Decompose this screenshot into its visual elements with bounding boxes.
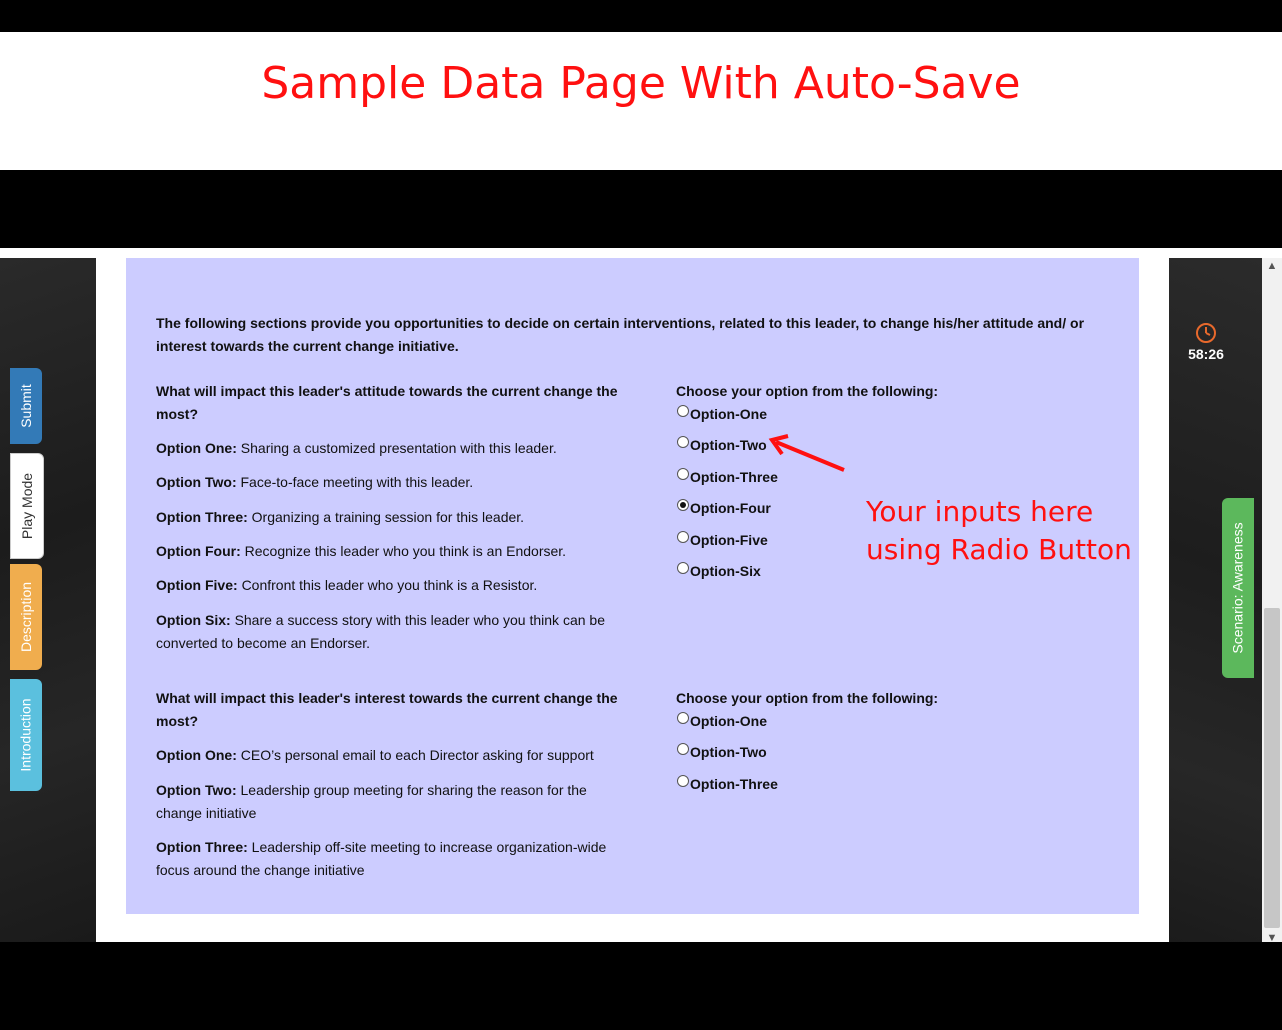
q2-choose-label: Choose your option from the following: — [676, 690, 939, 706]
radio-label: Option-Four — [690, 500, 771, 516]
description-tab-label: Description — [18, 581, 34, 653]
q2-radio-option-two[interactable]: Option-Two — [677, 743, 767, 760]
radio-button[interactable] — [677, 405, 689, 417]
q1-desc-label: Option One: — [156, 440, 237, 456]
radio-label: Option-Two — [690, 744, 767, 760]
q1-radio-option-five[interactable]: Option-Five — [677, 531, 768, 548]
intro-text: The following sections provide you oppor… — [156, 315, 1085, 354]
q1-desc-text: Confront this leader who you think is a … — [241, 577, 538, 593]
q1-option-desc: Option Six: Share a success story with t… — [156, 609, 626, 655]
q1-desc-label: Option Six: — [156, 612, 231, 628]
app-window: Submit Play Mode Description Introductio… — [0, 248, 1282, 942]
q1-desc-text: Organizing a training session for this l… — [251, 509, 525, 525]
q1-radio-option-four[interactable]: Option-Four — [677, 499, 771, 516]
annotation-text: Your inputs here using Radio Button — [866, 493, 1132, 569]
q1-radio-option-two[interactable]: Option-Two — [677, 436, 767, 453]
q1-option-desc: Option Five: Confront this leader who yo… — [156, 574, 537, 597]
q2-desc-label: Option Three: — [156, 839, 248, 855]
introduction-tab-label: Introduction — [18, 698, 35, 772]
q2-desc-label: Option One: — [156, 747, 237, 763]
q1-desc-text: Face-to-face meeting with this leader. — [240, 474, 474, 490]
q2-option-desc: Option Three: Leadership off-site meetin… — [156, 836, 626, 882]
q1-desc-text: Sharing a customized presentation with t… — [240, 440, 557, 456]
q1-choose-label: Choose your option from the following: — [676, 383, 939, 399]
q1-desc-label: Option Four: — [156, 543, 241, 559]
scroll-up-icon[interactable]: ▲ — [1264, 260, 1280, 272]
scrollbar-thumb[interactable] — [1264, 608, 1280, 928]
radio-label: Option-Three — [690, 776, 778, 792]
q2-option-desc: Option One: CEO’s personal email to each… — [156, 744, 594, 767]
radio-label: Option-One — [690, 713, 767, 729]
question-2: What will impact this leader's interest … — [156, 690, 618, 729]
radio-button[interactable] — [677, 499, 689, 511]
timer: 58:26 — [1186, 322, 1226, 362]
radio-button[interactable] — [677, 775, 689, 787]
slide-title: Sample Data Page With Auto-Save — [261, 58, 1021, 109]
black-band — [0, 170, 1282, 248]
q1-desc-label: Option Five: — [156, 577, 238, 593]
red-arrow-icon — [768, 434, 845, 472]
q2-radio-option-one[interactable]: Option-One — [677, 712, 767, 729]
radio-label: Option-Three — [690, 469, 778, 485]
q1-option-desc: Option Four: Recognize this leader who y… — [156, 540, 566, 563]
radio-label: Option-Six — [690, 563, 761, 579]
annotation-line-2: using Radio Button — [866, 533, 1132, 566]
q2-desc-text: CEO’s personal email to each Director as… — [240, 747, 594, 763]
q1-desc-label: Option Two: — [156, 474, 237, 490]
q1-radio-option-six[interactable]: Option-Six — [677, 562, 761, 579]
radio-button[interactable] — [677, 531, 689, 543]
top-black-bar — [0, 0, 1282, 32]
radio-label: Option-Five — [690, 532, 768, 548]
radio-label: Option-One — [690, 406, 767, 422]
q1-desc-text: Recognize this leader who you think is a… — [244, 543, 567, 559]
radio-button[interactable] — [677, 712, 689, 724]
q1-radio-option-three[interactable]: Option-Three — [677, 468, 778, 485]
annotation-line-1: Your inputs here — [866, 495, 1094, 528]
q1-desc-label: Option Three: — [156, 509, 248, 525]
question-1: What will impact this leader's attitude … — [156, 383, 618, 422]
play-mode-tab-label: Play Mode — [19, 472, 35, 540]
q2-radio-option-three[interactable]: Option-Three — [677, 775, 778, 792]
q1-option-desc: Option One: Sharing a customized present… — [156, 437, 557, 460]
q1-option-desc: Option Three: Organizing a training sess… — [156, 506, 524, 529]
timer-value: 58:26 — [1188, 346, 1224, 362]
q2-desc-label: Option Two: — [156, 782, 237, 798]
introduction-tab[interactable]: Introduction — [10, 679, 42, 791]
bottom-black-band — [0, 942, 1282, 1030]
scenario-tab[interactable]: Scenario: Awareness — [1222, 498, 1254, 678]
scenario-tab-label: Scenario: Awareness — [1230, 522, 1247, 654]
submit-tab[interactable]: Submit — [10, 368, 42, 444]
submit-tab-label: Submit — [18, 384, 35, 428]
q1-option-desc: Option Two: Face-to-face meeting with th… — [156, 471, 473, 494]
radio-button[interactable] — [677, 468, 689, 480]
q2-option-desc: Option Two: Leadership group meeting for… — [156, 779, 606, 825]
radio-label: Option-Two — [690, 437, 767, 453]
clock-icon — [1196, 323, 1216, 343]
play-mode-tab[interactable]: Play Mode — [10, 453, 44, 559]
radio-button[interactable] — [677, 743, 689, 755]
q1-radio-option-one[interactable]: Option-One — [677, 405, 767, 422]
radio-button[interactable] — [677, 436, 689, 448]
radio-button[interactable] — [677, 562, 689, 574]
scroll-down-icon[interactable]: ▼ — [1264, 932, 1280, 942]
description-tab[interactable]: Description — [10, 564, 42, 670]
